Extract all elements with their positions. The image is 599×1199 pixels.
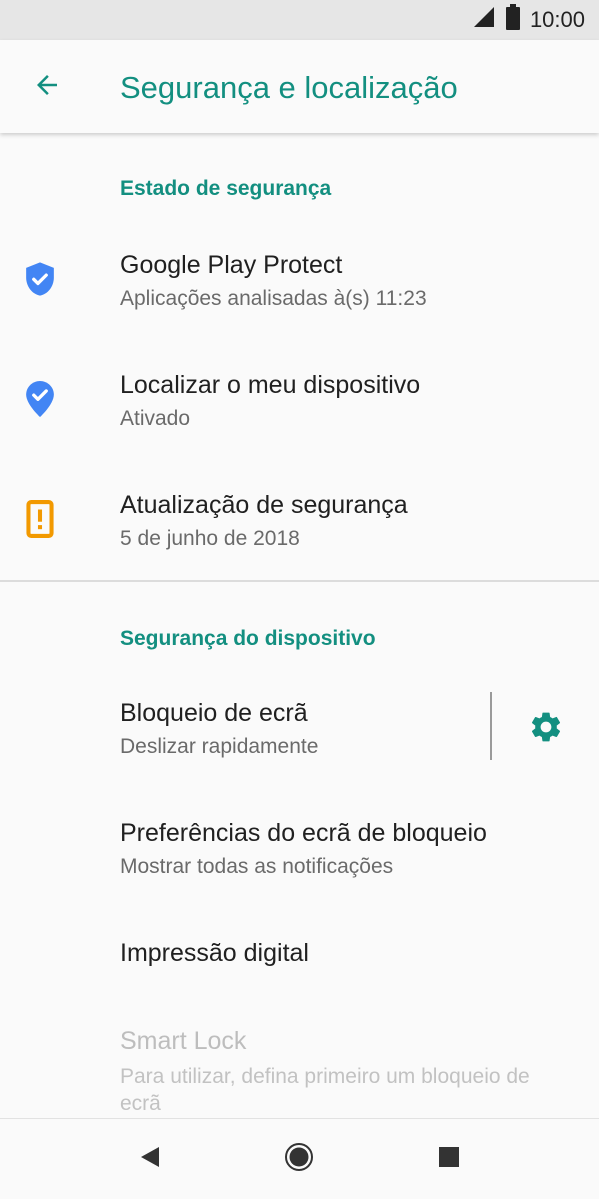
location-check-icon [20, 379, 60, 419]
lock-screen-preferences-item[interactable]: Preferências do ecrã de bloqueio Mostrar… [0, 793, 599, 907]
status-indicators: 10:00 [472, 4, 585, 36]
nav-back-button[interactable] [128, 1137, 172, 1181]
screen-lock-title: Bloqueio de ecrã [120, 699, 308, 727]
fingerprint-title: Impressão digital [120, 939, 309, 967]
find-device-title: Localizar o meu dispositivo [120, 371, 421, 399]
nav-home-button[interactable] [277, 1137, 321, 1181]
page-title: Segurança e localização [120, 70, 458, 105]
section-header-device-security: Segurança do dispositivo [120, 627, 376, 650]
vertical-separator [490, 692, 492, 760]
security-update-title: Atualização de segurança [120, 491, 408, 519]
settings-list: Estado de segurança Google Play Protect … [0, 133, 599, 1118]
gear-icon [528, 709, 564, 750]
status-bar: 10:00 [0, 0, 599, 40]
security-update-subtitle: 5 de junho de 2018 [120, 527, 300, 550]
alert-box-icon [20, 499, 60, 539]
fingerprint-item[interactable]: Impressão digital [0, 913, 599, 1003]
triangle-back-icon [139, 1145, 161, 1174]
circle-home-icon [284, 1142, 314, 1177]
app-bar: Segurança e localização [0, 40, 599, 133]
battery-icon [505, 4, 520, 36]
signal-icon [472, 5, 496, 35]
clock: 10:00 [529, 7, 585, 32]
navigation-bar [0, 1118, 599, 1199]
screen-lock-settings-button[interactable] [520, 703, 572, 755]
square-recent-icon [438, 1146, 460, 1173]
screen-lock-subtitle: Deslizar rapidamente [120, 735, 319, 758]
smart-lock-item: Smart Lock Para utilizar, defina primeir… [0, 1003, 599, 1118]
play-protect-item[interactable]: Google Play Protect Aplicações analisada… [0, 223, 599, 337]
find-device-item[interactable]: Localizar o meu dispositivo Ativado [0, 343, 599, 457]
lock-screen-preferences-title: Preferências do ecrã de bloqueio [120, 819, 487, 847]
arrow-left-icon [32, 70, 62, 105]
screen-lock-item[interactable]: Bloqueio de ecrã Deslizar rapidamente [0, 673, 480, 787]
section-header-security-status: Estado de segurança [120, 177, 332, 200]
section-divider [0, 580, 599, 582]
back-button[interactable] [20, 60, 74, 114]
nav-recent-button[interactable] [427, 1137, 471, 1181]
shield-check-icon [20, 259, 60, 299]
security-update-item[interactable]: Atualização de segurança 5 de junho de 2… [0, 463, 599, 577]
lock-screen-preferences-subtitle: Mostrar todas as notificações [120, 855, 394, 878]
smart-lock-title: Smart Lock [120, 1027, 247, 1055]
play-protect-title: Google Play Protect [120, 251, 343, 279]
play-protect-subtitle: Aplicações analisadas à(s) 11:23 [120, 287, 427, 310]
smart-lock-subtitle: Para utilizar, defina primeiro um bloque… [120, 1065, 530, 1115]
find-device-subtitle: Ativado [120, 407, 191, 430]
